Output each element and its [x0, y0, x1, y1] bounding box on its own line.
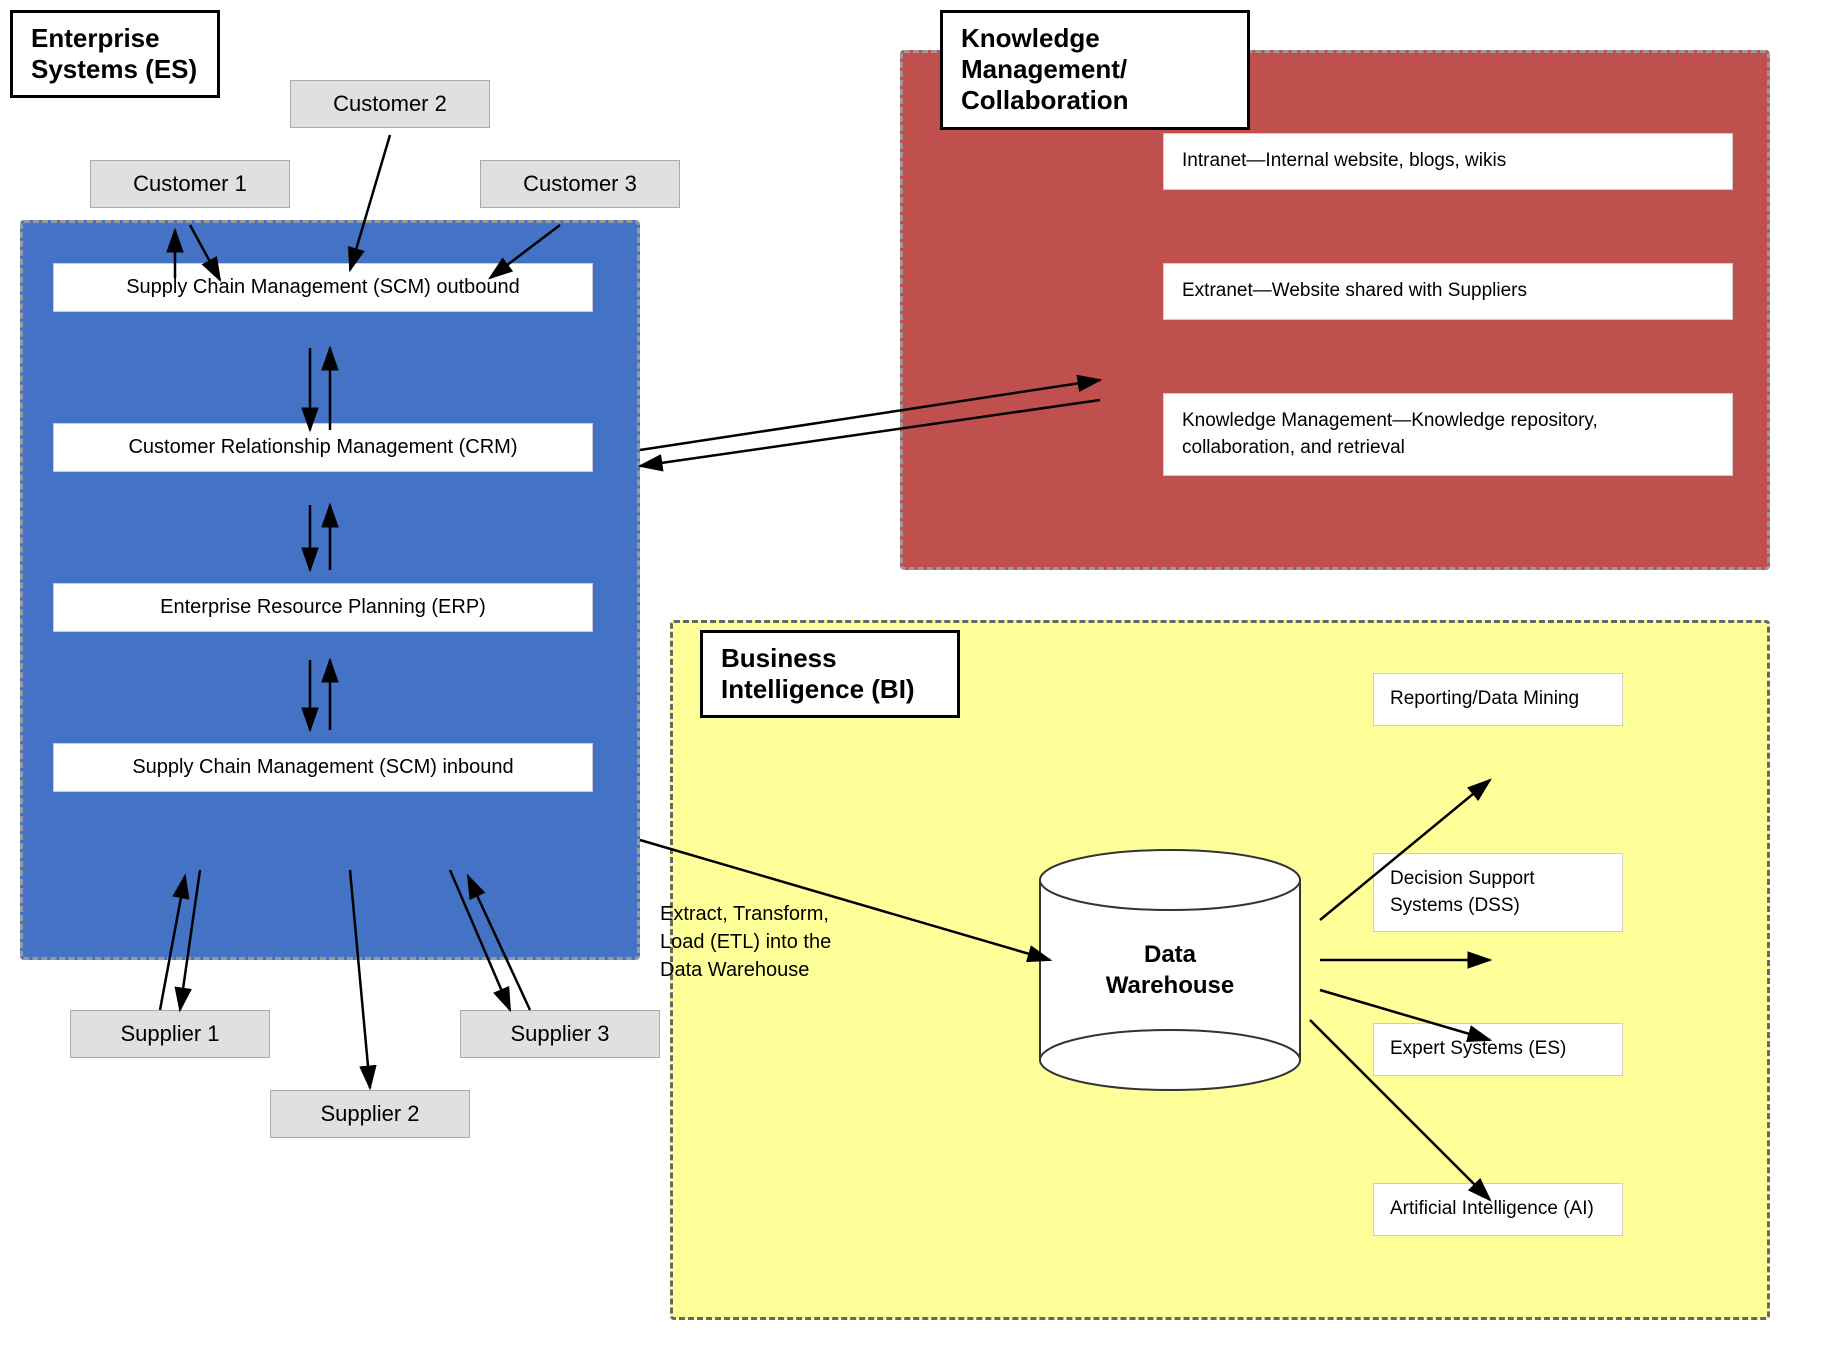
customer-2-label: Customer 2 [333, 91, 447, 116]
erp-label: Enterprise Resource Planning (ERP) [160, 596, 486, 618]
es-area: Supply Chain Management (SCM) outbound C… [20, 220, 640, 960]
customer-1-box: Customer 1 [90, 160, 290, 208]
supplier-1-label: Supplier 1 [120, 1021, 219, 1046]
scm-inbound-label: Supply Chain Management (SCM) inbound [132, 756, 513, 778]
bi-title: BusinessIntelligence (BI) [721, 643, 915, 704]
km-title: KnowledgeManagement/Collaboration [961, 23, 1129, 115]
supplier-1-box: Supplier 1 [70, 1010, 270, 1058]
km-extranet-label: Extranet—Website shared with Suppliers [1182, 280, 1527, 301]
km-extranet-box: Extranet—Website shared with Suppliers [1163, 263, 1733, 320]
km-intranet-box: Intranet—Internal website, blogs, wikis [1163, 133, 1733, 190]
km-intranet-label: Intranet—Internal website, blogs, wikis [1182, 150, 1506, 171]
km-title-box: KnowledgeManagement/Collaboration [940, 10, 1250, 130]
bi-reporting-box: Reporting/Data Mining [1373, 673, 1623, 726]
supplier-3-box: Supplier 3 [460, 1010, 660, 1058]
bi-ai-box: Artificial Intelligence (AI) [1373, 1183, 1623, 1236]
diagram-container: EnterpriseSystems (ES) Customer 2 Custom… [0, 0, 1836, 1365]
customer-2-box: Customer 2 [290, 80, 490, 128]
crm-label: Customer Relationship Management (CRM) [128, 436, 517, 458]
crm-box: Customer Relationship Management (CRM) [53, 423, 593, 472]
data-warehouse-container: Data Warehouse [1020, 840, 1320, 1100]
km-km-box: Knowledge Management—Knowledge repositor… [1163, 393, 1733, 476]
es-title: EnterpriseSystems (ES) [31, 23, 197, 84]
bi-reporting-label: Reporting/Data Mining [1390, 688, 1579, 709]
es-title-box: EnterpriseSystems (ES) [10, 10, 220, 98]
bi-ai-label: Artificial Intelligence (AI) [1390, 1198, 1594, 1219]
bi-es-label: Expert Systems (ES) [1390, 1038, 1566, 1059]
bi-dss-box: Decision Support Systems (DSS) [1373, 853, 1623, 932]
etl-label: Extract, Transform, Load (ETL) into the … [660, 900, 860, 984]
scm-outbound-box: Supply Chain Management (SCM) outbound [53, 263, 593, 312]
supplier-2-label: Supplier 2 [320, 1101, 419, 1126]
customer-1-label: Customer 1 [133, 171, 247, 196]
dw-label: Data Warehouse [1095, 939, 1245, 1001]
scm-inbound-box: Supply Chain Management (SCM) inbound [53, 743, 593, 792]
bi-es-box: Expert Systems (ES) [1373, 1023, 1623, 1076]
scm-outbound-label: Supply Chain Management (SCM) outbound [126, 276, 520, 298]
customer-3-box: Customer 3 [480, 160, 680, 208]
customer-3-label: Customer 3 [523, 171, 637, 196]
bi-title-box: BusinessIntelligence (BI) [700, 630, 960, 718]
bi-dss-label: Decision Support Systems (DSS) [1390, 868, 1535, 916]
supplier-2-box: Supplier 2 [270, 1090, 470, 1138]
erp-box: Enterprise Resource Planning (ERP) [53, 583, 593, 632]
km-km-label: Knowledge Management—Knowledge repositor… [1182, 410, 1598, 458]
supplier-3-label: Supplier 3 [510, 1021, 609, 1046]
